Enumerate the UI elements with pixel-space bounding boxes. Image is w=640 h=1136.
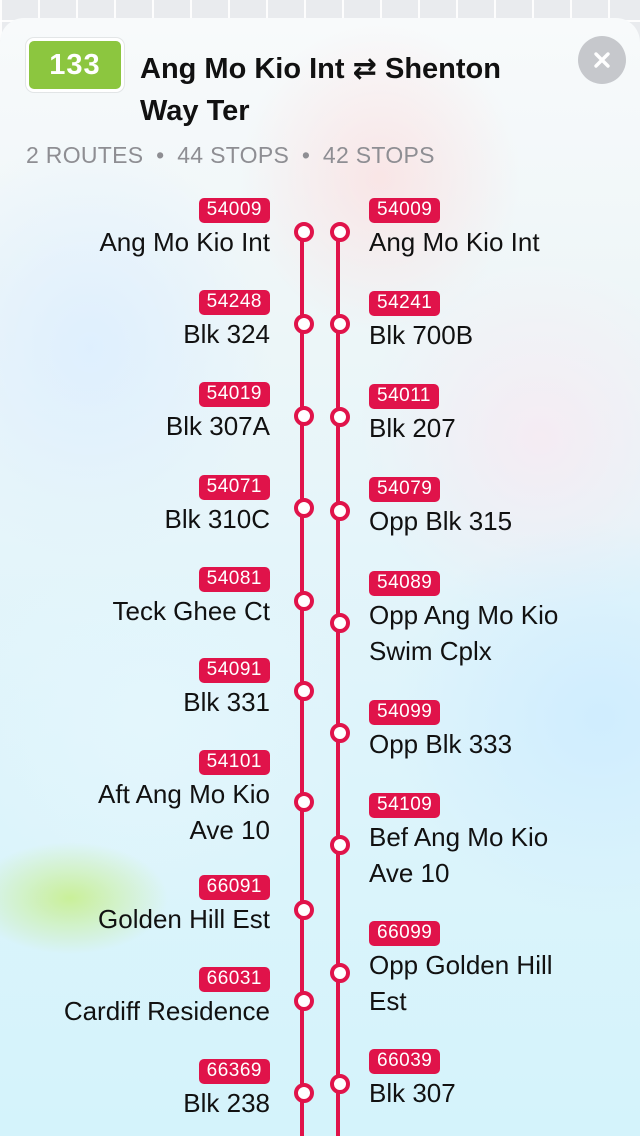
stop-code-badge: 54109 <box>369 793 441 818</box>
stop-item[interactable]: 54081 Teck Ghee Ct <box>112 567 270 628</box>
stop-name: Aft Ang Mo Kio <box>98 779 270 809</box>
stop-node-icon <box>294 991 314 1011</box>
stop-item[interactable]: 66099 Opp Golden Hill Est <box>369 921 553 1018</box>
stop-name: Blk 324 <box>183 319 270 349</box>
separator-dot: • <box>156 142 165 168</box>
stop-node-icon <box>330 835 350 855</box>
stop-item[interactable]: 66369 Blk 238 <box>183 1059 270 1120</box>
stop-code-badge: 54081 <box>198 567 270 592</box>
stop-item[interactable]: 54079 Opp Blk 315 <box>369 477 512 538</box>
stop-code-badge: 54101 <box>198 750 270 775</box>
stop-node-icon <box>330 407 350 427</box>
stop-item[interactable]: 54019 Blk 307A <box>166 382 270 443</box>
stop-item[interactable]: 54101 Aft Ang Mo Kio Ave 10 <box>98 750 270 847</box>
stop-name: Blk 700B <box>369 320 474 350</box>
close-button[interactable] <box>578 36 626 84</box>
stop-node-icon <box>294 222 314 242</box>
separator-dot: • <box>301 142 311 168</box>
stop-item[interactable]: 66031 Cardiff Residence <box>64 967 270 1028</box>
stop-item[interactable]: 54089 Opp Ang Mo Kio Swim Cplx <box>369 571 558 668</box>
stop-code-badge: 66099 <box>369 921 441 946</box>
stop-node-icon <box>294 1083 314 1103</box>
stop-code-badge: 54019 <box>198 382 270 407</box>
stop-node-icon <box>294 406 314 426</box>
stop-name: Ang Mo Kio Int <box>369 227 540 257</box>
stop-item[interactable]: 54248 Blk 324 <box>183 290 270 351</box>
routes-count: 2 ROUTES <box>26 142 144 168</box>
stop-name: Opp Blk 333 <box>369 729 513 759</box>
stop-item[interactable]: 66039 Blk 307 <box>369 1049 456 1110</box>
stop-code-badge: 54241 <box>369 291 441 316</box>
stop-node-icon <box>330 222 350 242</box>
stop-code-badge: 54091 <box>198 658 270 683</box>
stop-name: Ang Mo Kio Int <box>99 227 270 257</box>
stop-node-icon <box>294 792 314 812</box>
stop-item[interactable]: 66091 Golden Hill Est <box>98 875 270 936</box>
stop-node-icon <box>330 314 350 334</box>
stop-name-line-2: Ave 10 <box>369 858 450 888</box>
stop-code-badge: 54009 <box>198 198 270 223</box>
stop-name: Blk 207 <box>369 413 456 443</box>
stop-code-badge: 54011 <box>369 384 439 409</box>
stop-node-icon <box>330 1074 350 1094</box>
stop-code-badge: 66091 <box>198 875 270 900</box>
stop-code-badge: 54071 <box>198 475 270 500</box>
route-number: 133 <box>49 48 101 81</box>
stop-node-icon <box>330 963 350 983</box>
stop-item[interactable]: 54091 Blk 331 <box>183 658 270 719</box>
stop-item[interactable]: 54241 Blk 700B <box>369 291 473 352</box>
stop-name: Teck Ghee Ct <box>112 596 270 626</box>
stop-item[interactable]: 54009 Ang Mo Kio Int <box>369 198 540 259</box>
stop-item[interactable]: 54009 Ang Mo Kio Int <box>99 198 270 259</box>
stop-code-badge: 54248 <box>198 290 270 315</box>
stop-code-badge: 54099 <box>369 700 441 725</box>
stop-code-badge: 66369 <box>198 1059 270 1084</box>
stop-code-badge: 54079 <box>369 477 441 502</box>
stop-item[interactable]: 54109 Bef Ang Mo Kio Ave 10 <box>369 793 548 890</box>
stop-name: Blk 331 <box>183 687 270 717</box>
stop-code-badge: 66039 <box>369 1049 441 1074</box>
stop-item[interactable]: 54011 Blk 207 <box>369 384 456 445</box>
direction-2-stop-count: 42 STOPS <box>322 142 435 168</box>
stop-name: Opp Blk 315 <box>369 506 513 536</box>
stop-name: Bef Ang Mo Kio <box>369 822 549 852</box>
stop-name: Blk 307A <box>165 411 270 441</box>
stop-name-line-2: Ave 10 <box>189 815 270 845</box>
stop-node-icon <box>294 498 314 518</box>
stop-node-icon <box>294 900 314 920</box>
stop-item[interactable]: 54071 Blk 310C <box>164 475 271 536</box>
stop-name-line-2: Swim Cplx <box>369 636 492 666</box>
route-detail-sheet: 133 Ang Mo Kio Int ⇄ Shenton Way Ter 2 R… <box>0 18 640 1136</box>
stop-item[interactable]: 54099 Opp Blk 333 <box>369 700 512 761</box>
close-icon <box>594 52 610 68</box>
route-title: Ang Mo Kio Int ⇄ Shenton Way Ter <box>140 53 501 127</box>
stop-node-icon <box>294 314 314 334</box>
stop-name-line-2: Est <box>369 986 407 1016</box>
stop-code-badge: 54009 <box>369 198 441 223</box>
stop-code-badge: 66031 <box>198 967 270 992</box>
stop-name: Golden Hill Est <box>98 904 270 934</box>
stop-code-badge: 54089 <box>369 571 441 596</box>
stop-name: Blk 307 <box>369 1078 456 1108</box>
direction-2-route-line <box>336 228 340 1136</box>
stop-name: Blk 238 <box>183 1088 270 1118</box>
stop-name: Blk 310C <box>164 504 271 534</box>
route-number-badge: 133 <box>26 38 124 92</box>
stop-name: Opp Ang Mo Kio <box>369 600 559 630</box>
direction-1-stop-count: 44 STOPS <box>177 142 290 168</box>
stop-name: Cardiff Residence <box>63 996 270 1026</box>
stop-node-icon <box>294 681 314 701</box>
stop-node-icon <box>330 723 350 743</box>
route-summary: 2 ROUTES • 44 STOPS • 42 STOPS <box>26 142 586 169</box>
stop-node-icon <box>330 501 350 521</box>
stop-name: Opp Golden Hill <box>369 950 553 980</box>
stop-node-icon <box>330 613 350 633</box>
stop-node-icon <box>294 591 314 611</box>
